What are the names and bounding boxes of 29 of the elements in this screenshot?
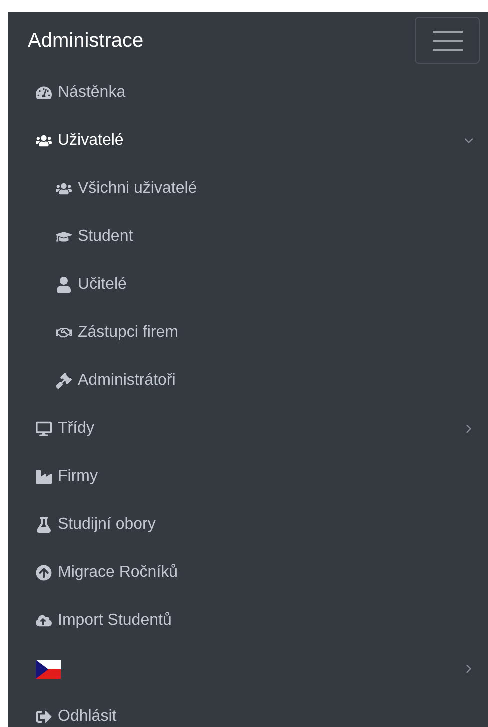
menu-item[interactable]: Učitelé (56, 273, 476, 297)
menu-item[interactable]: Uživatelé (36, 129, 476, 153)
brand-title: Administrace (28, 28, 144, 54)
sign-out-icon (36, 709, 52, 725)
menu-icon (432, 30, 462, 52)
menu-item[interactable]: Import Studentů (36, 609, 476, 633)
monitor-icon (36, 421, 52, 437)
menu-item[interactable]: Student (56, 225, 476, 249)
cloud-upload-icon (36, 613, 52, 629)
factory-icon (36, 469, 52, 485)
handshake-icon (56, 325, 72, 341)
menu-item[interactable]: Všichni uživatelé (56, 177, 476, 201)
menu-item[interactable]: Třídy (36, 417, 476, 441)
user-icon (56, 277, 72, 293)
gavel-icon (56, 373, 72, 389)
users-icon (36, 133, 52, 149)
dashboard-icon (36, 85, 52, 101)
menu-item[interactable]: Firmy (36, 465, 476, 489)
menu-item[interactable]: Administrátoři (56, 369, 476, 393)
flask-icon (36, 517, 52, 533)
menu-item[interactable]: Nástěnka (36, 81, 476, 105)
menu-item[interactable]: Migrace Ročníků (36, 561, 476, 585)
users-icon (56, 181, 72, 197)
menu-item[interactable]: Odhlásit (36, 705, 476, 727)
menu-item[interactable]: Studijní obory (36, 513, 476, 537)
menu-toggle-button[interactable] (415, 17, 480, 64)
graduation-cap-icon (56, 229, 72, 245)
czech-flag-icon (36, 660, 61, 678)
menu-item[interactable]: Zástupci firem (56, 321, 476, 345)
